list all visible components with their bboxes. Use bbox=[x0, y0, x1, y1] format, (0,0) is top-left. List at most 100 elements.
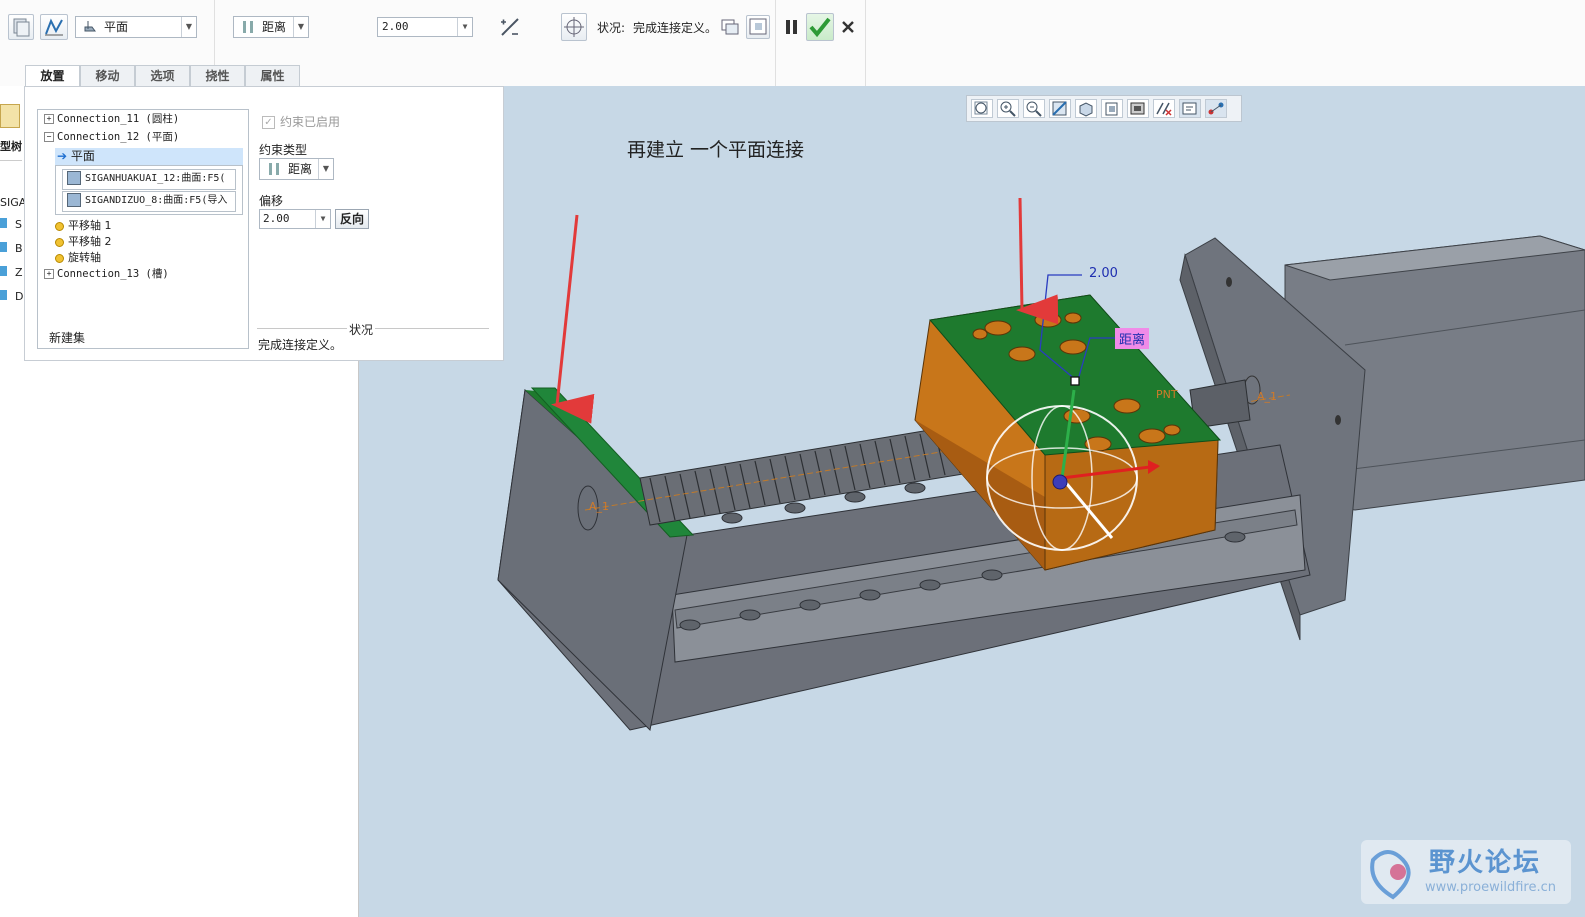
refit-icon[interactable] bbox=[971, 99, 993, 118]
axis-label-right: A_1 bbox=[1257, 390, 1278, 403]
arrow-right-icon: ➔ bbox=[57, 149, 68, 163]
dimension-tag[interactable]: 距离 bbox=[1115, 328, 1150, 349]
constraint-type-value: 距离 bbox=[262, 20, 287, 34]
reference-2-label: SIGANDIZUO_8:曲面:F5(导入 bbox=[85, 195, 228, 206]
connection-13-label: Connection_13 (槽) bbox=[57, 268, 169, 280]
datum-display-icon[interactable] bbox=[1153, 99, 1175, 118]
reference-1[interactable]: SIGANHUAKUAI_12:曲面:F5( bbox=[62, 169, 236, 190]
folder-icon[interactable] bbox=[0, 104, 20, 128]
watermark-url: www.proewildfire.cn bbox=[1425, 880, 1556, 895]
translation-axis-2-row[interactable]: 平移轴 2 bbox=[55, 234, 112, 249]
constraint-type-dropdown[interactable]: 距离 ▼ bbox=[233, 16, 309, 38]
forum-logo-icon bbox=[1370, 850, 1411, 900]
part-label: B bbox=[15, 242, 23, 255]
constraint-enabled-checkbox[interactable]: ✓ bbox=[262, 116, 275, 129]
tab-flexibility[interactable]: 挠性 bbox=[190, 65, 245, 86]
cancel-close-icon[interactable] bbox=[838, 17, 858, 37]
confirm-check-icon[interactable] bbox=[806, 13, 834, 41]
graphics-viewport[interactable]: 再建立 一个平面连接 2.00 距离 PNT A_1 A_1 野火论坛 www.… bbox=[359, 86, 1585, 917]
red-arrow-right bbox=[1016, 197, 1059, 325]
pause-icon[interactable] bbox=[783, 16, 801, 38]
constraint-type-select[interactable]: 距离 ▼ bbox=[259, 158, 334, 180]
translation-axis-1-row[interactable]: 平移轴 1 bbox=[55, 218, 112, 233]
model-root[interactable]: SIGA bbox=[0, 196, 26, 209]
zoom-out-icon[interactable] bbox=[1023, 99, 1045, 118]
part-row[interactable]: D bbox=[0, 290, 23, 303]
plane-constraint-label: 平面 bbox=[70, 149, 95, 163]
connection-window-icon[interactable] bbox=[746, 15, 770, 39]
separator bbox=[775, 0, 776, 86]
separator bbox=[865, 0, 866, 86]
rotation-axis-row[interactable]: 旋转轴 bbox=[55, 250, 101, 265]
rotation-axis-label: 旋转轴 bbox=[68, 251, 101, 264]
references-box: SIGANHUAKUAI_12:曲面:F5( SIGANDIZUO_8:曲面:F… bbox=[55, 165, 243, 215]
offset-input[interactable]: 2.00 ▼ bbox=[377, 17, 473, 37]
dynamic-move-icon[interactable] bbox=[561, 13, 587, 41]
part-row[interactable]: S bbox=[0, 218, 22, 231]
part-icon bbox=[0, 218, 7, 228]
surface-ref-icon bbox=[67, 171, 81, 185]
reference-2[interactable]: SIGANDIZUO_8:曲面:F5(导入 bbox=[62, 191, 236, 212]
connection-12-label: Connection_12 (平面) bbox=[57, 131, 180, 143]
chevron-down-icon: ▼ bbox=[315, 210, 330, 228]
perspective-icon[interactable] bbox=[1127, 99, 1149, 118]
offset-field[interactable]: 2.00 ▼ bbox=[259, 209, 331, 229]
tab-options[interactable]: 选项 bbox=[135, 65, 190, 86]
instruction-annotation: 再建立 一个平面连接 bbox=[627, 139, 805, 161]
part-row[interactable]: B bbox=[0, 242, 23, 255]
part-label: S bbox=[15, 218, 22, 231]
annotation-display-icon[interactable] bbox=[1179, 99, 1201, 118]
constraint-type-label: 约束类型 bbox=[259, 143, 308, 157]
point-label: PNT bbox=[1156, 388, 1178, 401]
connection-13-row[interactable]: + Connection_13 (槽) bbox=[44, 267, 169, 282]
part-row[interactable]: Z bbox=[0, 266, 23, 279]
display-style-icon[interactable] bbox=[1101, 99, 1123, 118]
copy-icon[interactable] bbox=[8, 14, 34, 40]
tab-move[interactable]: 移动 bbox=[80, 65, 135, 86]
tab-properties[interactable]: 属性 bbox=[245, 65, 300, 86]
red-arrow-left bbox=[551, 214, 595, 424]
offset-value: 2.00 bbox=[382, 20, 409, 33]
constraint-enabled-checkbox-row[interactable]: ✓ 约束已启用 bbox=[262, 113, 340, 130]
distance-icon bbox=[269, 163, 279, 175]
connection-11-label: Connection_11 (圆柱) bbox=[57, 113, 180, 125]
connection-type-value: 平面 bbox=[104, 20, 129, 34]
dimension-value[interactable]: 2.00 bbox=[1089, 266, 1118, 281]
saved-views-icon[interactable] bbox=[1075, 99, 1097, 118]
model-canvas[interactable] bbox=[359, 86, 1585, 917]
plane-connection-icon bbox=[84, 21, 96, 32]
plane-constraint-row[interactable]: ➔ 平面 bbox=[55, 148, 243, 165]
tab-placement[interactable]: 放置 bbox=[25, 65, 80, 88]
connection-12-row[interactable]: − Connection_12 (平面) bbox=[44, 130, 179, 145]
connection-11-row[interactable]: + Connection_11 (圆柱) bbox=[44, 112, 179, 127]
part-label: D bbox=[15, 290, 24, 303]
flip-icon[interactable] bbox=[497, 14, 523, 40]
separate-window-icon[interactable] bbox=[720, 17, 740, 37]
new-set-link[interactable]: 新建集 bbox=[49, 329, 85, 346]
model-tree-label: 型树 bbox=[0, 140, 22, 153]
chevron-down-icon: ▼ bbox=[457, 18, 472, 36]
status-message: 完成连接定义。 bbox=[258, 338, 343, 352]
constraint-type-select-value: 距离 bbox=[288, 162, 313, 176]
chevron-down-icon: ▼ bbox=[181, 17, 196, 37]
repaint-icon[interactable] bbox=[1049, 99, 1071, 118]
status-label: 状况: bbox=[597, 21, 626, 35]
axis-dot-icon bbox=[55, 221, 64, 231]
reference-1-label: SIGANHUAKUAI_12:曲面:F5( bbox=[85, 173, 226, 184]
status-text: 完成连接定义。 bbox=[633, 21, 718, 35]
sketch-icon[interactable] bbox=[40, 14, 68, 40]
connection-type-dropdown[interactable]: 平面 ▼ bbox=[75, 16, 197, 38]
connection-display-icon[interactable] bbox=[1205, 99, 1227, 118]
expand-icon[interactable]: + bbox=[44, 114, 54, 124]
collapse-icon[interactable]: − bbox=[44, 132, 54, 142]
separator bbox=[0, 160, 22, 161]
zoom-in-icon[interactable] bbox=[997, 99, 1019, 118]
expand-icon[interactable]: + bbox=[44, 269, 54, 279]
constraint-enabled-label: 约束已启用 bbox=[280, 115, 341, 129]
flip-button[interactable]: 反向 bbox=[335, 209, 369, 229]
chevron-down-icon: ▼ bbox=[318, 159, 333, 179]
chevron-down-icon: ▼ bbox=[293, 17, 308, 37]
part-icon bbox=[0, 266, 7, 276]
part-icon bbox=[0, 242, 7, 252]
connection-tree: + Connection_11 (圆柱) − Connection_12 (平面) … bbox=[37, 109, 249, 349]
